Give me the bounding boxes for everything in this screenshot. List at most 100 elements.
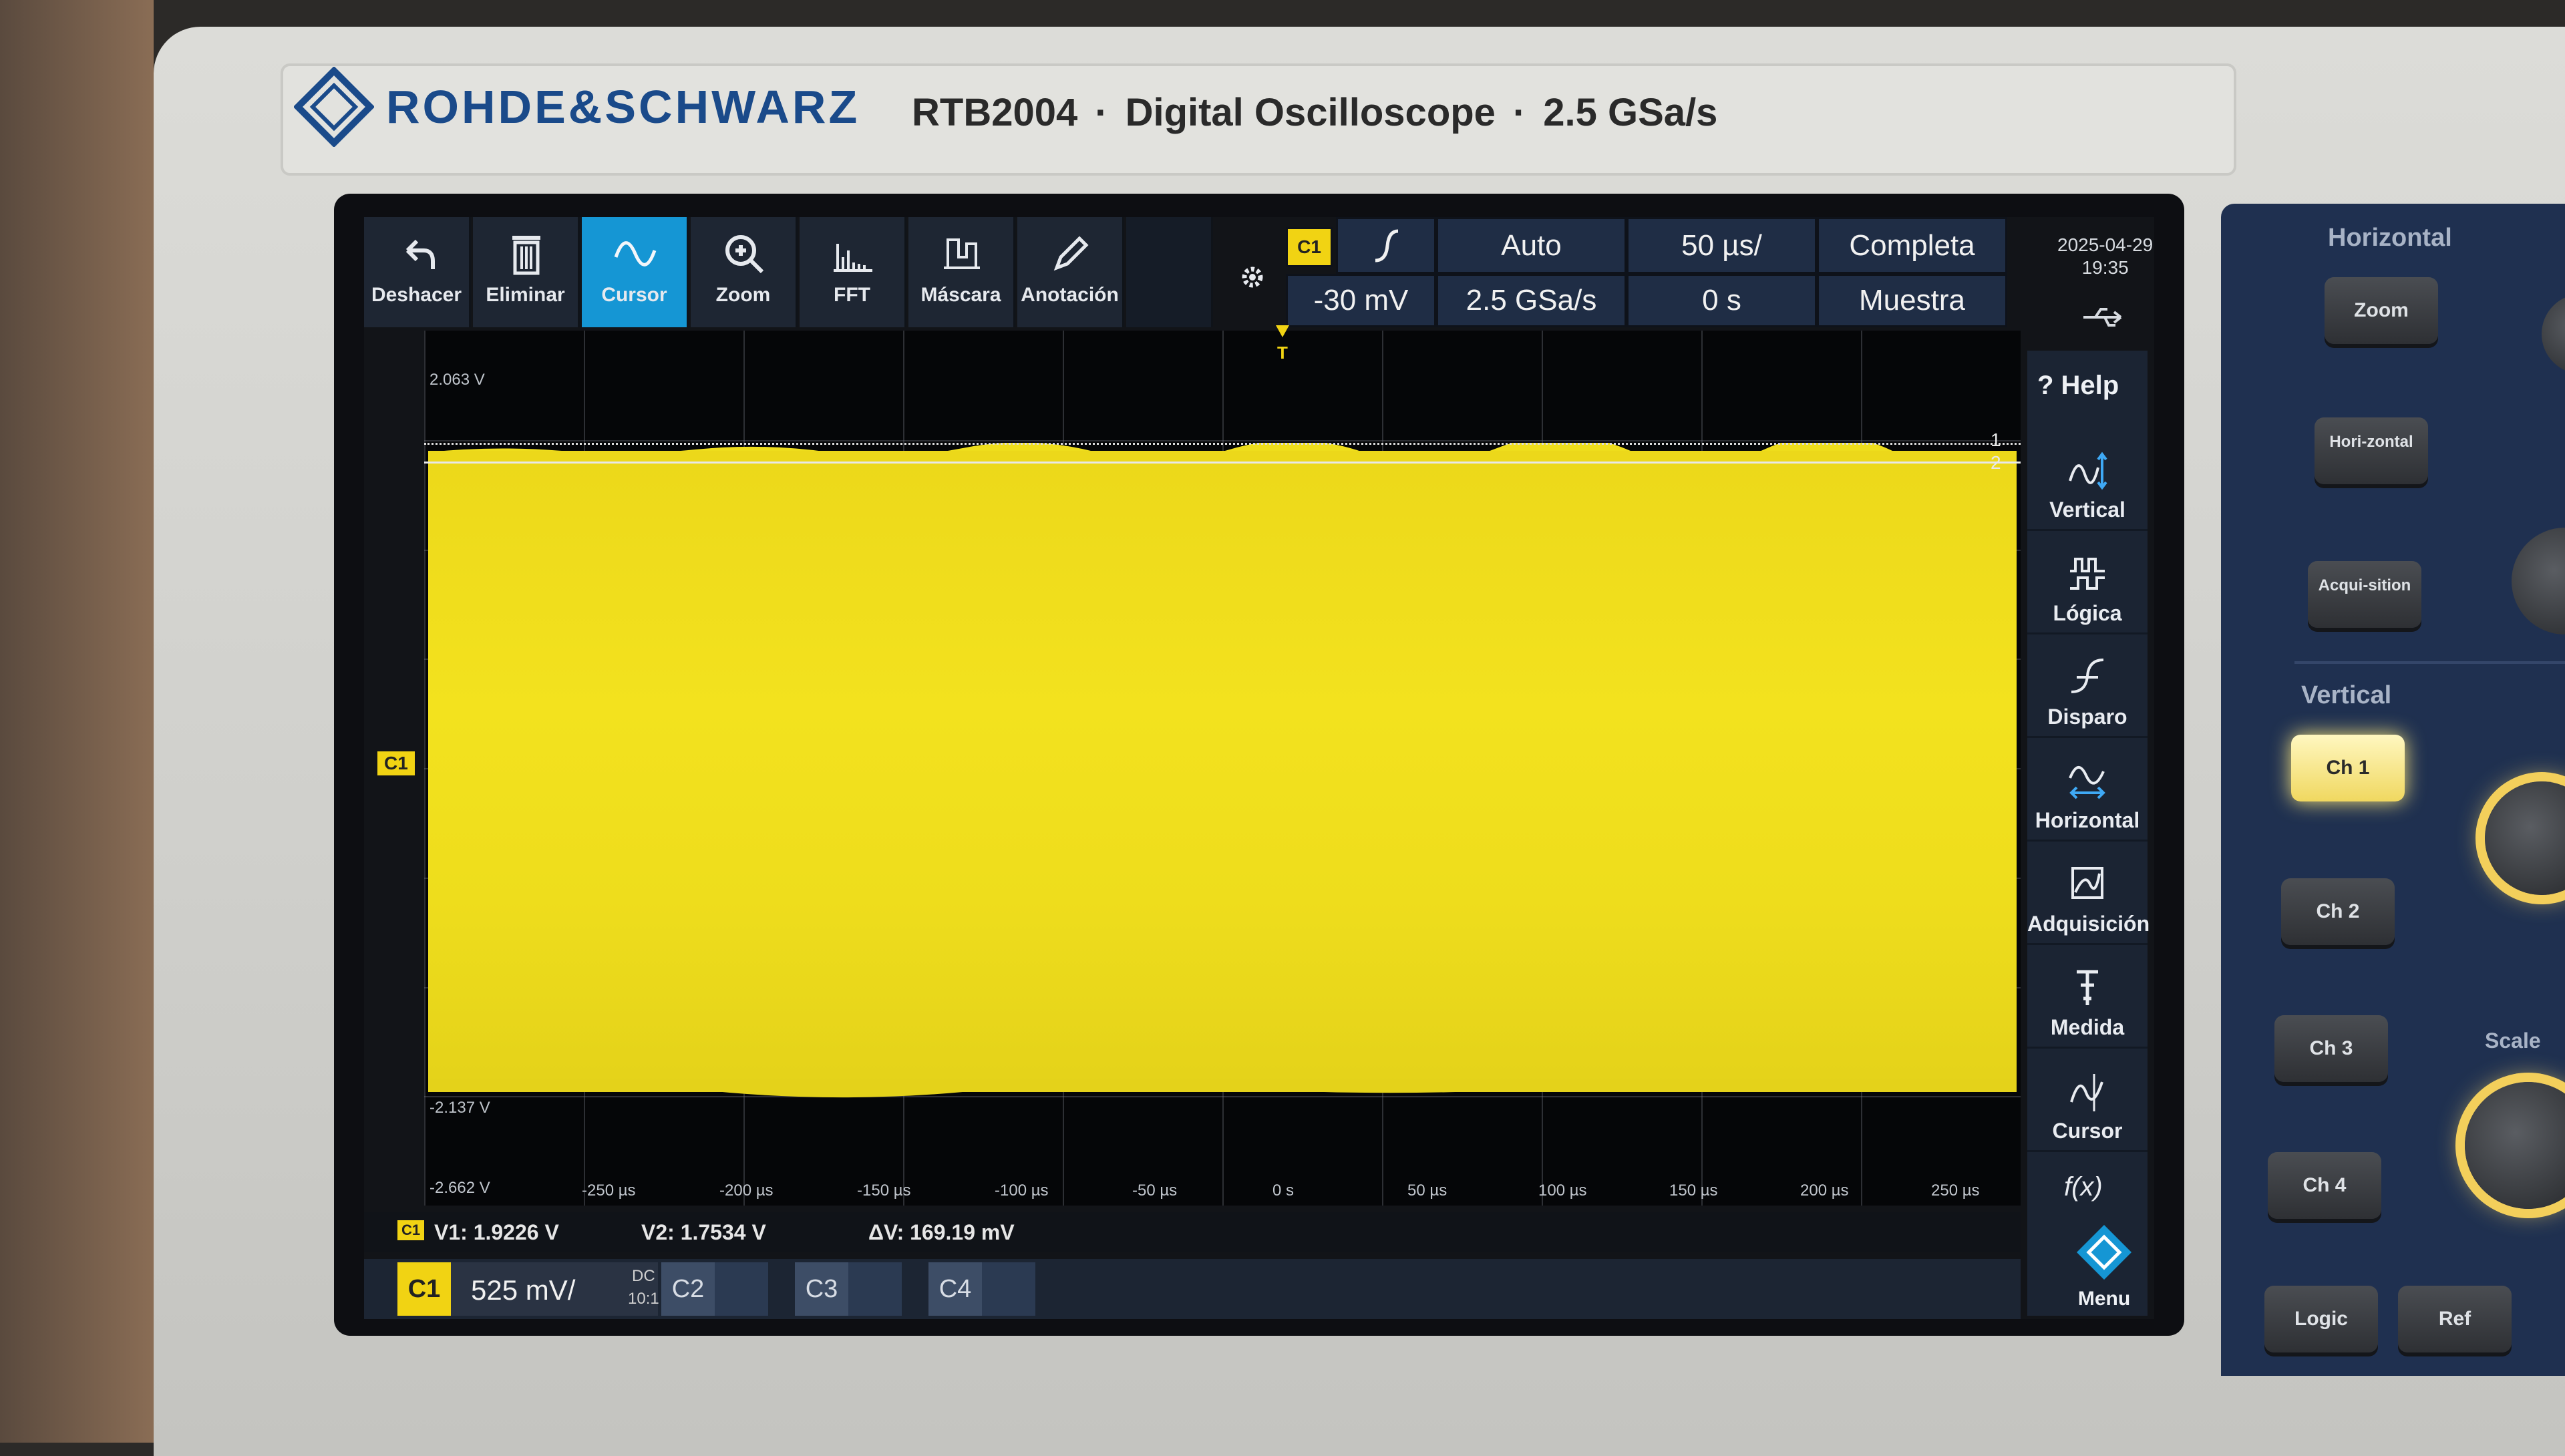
sidebar-cursor-label: Cursor	[2052, 1119, 2123, 1143]
sidebar-logic-label: Lógica	[2053, 601, 2122, 625]
math-button[interactable]: f(x)	[2064, 1172, 2103, 1202]
waveform-bottom-edge	[428, 1079, 2017, 1098]
sidebar-measure[interactable]: Medida	[2027, 948, 2148, 1049]
y-axis-label-bottom: -2.662 V	[430, 1179, 490, 1197]
zoom-button[interactable]: Zoom	[691, 217, 798, 327]
sidebar-trigger[interactable]: Disparo	[2027, 638, 2148, 738]
trigger-level[interactable]: -30 mV	[1286, 274, 1436, 327]
channel1-offset-marker[interactable]: C1	[377, 751, 415, 775]
sidebar-acquisition[interactable]: Adquisición	[2027, 845, 2150, 945]
channel-3-label: C3	[795, 1262, 848, 1316]
usb-icon	[2083, 308, 2122, 327]
menu-button[interactable]: Menu	[2071, 1222, 2138, 1310]
spectrum-icon	[834, 244, 872, 272]
cursor-2-line[interactable]	[424, 462, 2021, 464]
timebase[interactable]: 50 µs/	[1627, 217, 1817, 274]
sidebar-horizontal[interactable]: Horizontal	[2027, 741, 2148, 842]
trigger-mode[interactable]: Auto	[1436, 217, 1627, 274]
measure-icon	[2077, 970, 2098, 1005]
cursor-2-tag: 2	[1991, 452, 2001, 473]
sidebar-horizontal-label: Horizontal	[2035, 808, 2140, 832]
hw-ch2-key[interactable]: Ch 2	[2281, 878, 2395, 945]
cursor-1-tag: 1	[1991, 429, 2001, 450]
hw-acquisition-key[interactable]: Acqui-sition	[2308, 561, 2421, 628]
trigger-source-badge[interactable]: C1	[1286, 227, 1333, 267]
horizontal-position[interactable]: 0 s	[1627, 274, 1817, 327]
channel-3-settings[interactable]: C3	[795, 1262, 902, 1316]
readout-v1: V1: 1.9226 V	[434, 1220, 559, 1244]
hw-ref-key[interactable]: Ref	[2398, 1286, 2512, 1352]
trigger-position-marker[interactable]: T	[1276, 325, 1289, 365]
sample-spec: 2.5 GSa/s	[1543, 91, 1718, 134]
waveform-display[interactable]: 1 2 T 2.063 V -2.137 V -2.662 V -250 µs …	[424, 325, 2021, 1206]
vertical-icon	[2069, 451, 2107, 490]
gear-icon[interactable]	[1239, 264, 1266, 291]
logic-icon	[2070, 558, 2105, 590]
magnifier-icon	[725, 235, 764, 274]
mask-button[interactable]: Máscara	[908, 217, 1015, 327]
x-tick-label: -100 µs	[995, 1181, 1049, 1200]
hw-horizontal-key[interactable]: Hori-zontal	[2315, 417, 2428, 484]
x-tick-label: -50 µs	[1132, 1181, 1178, 1200]
sidebar-vertical[interactable]: Vertical	[2027, 431, 2148, 531]
menu-label: Menu	[2077, 1288, 2131, 1310]
readout-source: C1	[397, 1220, 425, 1240]
cursor-tool-button[interactable]: Cursor	[582, 217, 689, 327]
x-tick-label: 100 µs	[1538, 1181, 1587, 1200]
sample-rate[interactable]: 2.5 GSa/s	[1436, 274, 1627, 327]
separator: ·	[1512, 91, 1526, 134]
delete-label: Eliminar	[486, 284, 565, 306]
cursor-tool-label: Cursor	[601, 284, 667, 306]
hw-ch4-key[interactable]: Ch 4	[2268, 1152, 2381, 1219]
brand-name: ROHDE&SCHWARZ	[386, 81, 860, 133]
probe-ratio: 10:1	[628, 1290, 659, 1308]
delete-button[interactable]: Eliminar	[473, 217, 580, 327]
toolbar-spacer	[1126, 217, 1213, 327]
date: 2025-04-29	[2057, 234, 2154, 255]
trash-icon	[512, 236, 540, 275]
readout-delta-v: ΔV: 169.19 mV	[868, 1220, 1015, 1244]
x-tick-label: -150 µs	[857, 1181, 911, 1200]
y-axis-label-lower: -2.137 V	[430, 1099, 490, 1117]
record-length[interactable]: Completa	[1817, 217, 2007, 274]
rs-menu-icon	[2077, 1225, 2131, 1280]
time: 19:35	[2081, 257, 2129, 278]
channel-2-settings[interactable]: C2	[661, 1262, 768, 1316]
help-button[interactable]: ? Help	[2037, 371, 2119, 401]
hw-zoom-key[interactable]: Zoom	[2325, 277, 2438, 344]
acquisition-mode[interactable]: Muestra	[1817, 274, 2007, 327]
channel-1-scale: 525 mV/	[471, 1274, 576, 1306]
cursor-1-line[interactable]	[424, 443, 2021, 445]
channel-1-settings[interactable]: C1 525 mV/ DC 10:1	[397, 1262, 659, 1316]
rising-edge-icon	[1375, 229, 1399, 262]
cursor-icon	[2070, 1074, 2103, 1111]
sidebar-logic[interactable]: Lógica	[2027, 534, 2148, 634]
x-tick-label: 250 µs	[1931, 1181, 1980, 1200]
channel-4-label: C4	[928, 1262, 982, 1316]
mask-label: Máscara	[920, 284, 1001, 306]
undo-button[interactable]: Deshacer	[364, 217, 471, 327]
separator: ·	[1095, 91, 1108, 134]
trigger-slope-button[interactable]	[1336, 217, 1436, 274]
hw-ch1-key[interactable]: Ch 1	[2291, 735, 2405, 801]
fft-label: FFT	[834, 284, 870, 306]
grid-line	[424, 439, 2021, 441]
hw-logic-key[interactable]: Logic	[2264, 1286, 2378, 1352]
hw-ch3-key[interactable]: Ch 3	[2274, 1015, 2388, 1082]
y-axis-label-top: 2.063 V	[430, 371, 485, 389]
channel-4-settings[interactable]: C4	[928, 1262, 1035, 1316]
sidebar-cursor[interactable]: Cursor	[2027, 1052, 2148, 1152]
vertical-section-title: Vertical	[2301, 681, 2392, 709]
right-sidebar: Vertical Lógica Disparo Horizontal Adqui…	[2027, 351, 2150, 1316]
acquisition-icon	[2071, 867, 2103, 899]
background-wall	[0, 0, 154, 1443]
channel-2-label: C2	[661, 1262, 715, 1316]
oscilloscope-screen: Deshacer Eliminar Cursor Zoom FFT Máscar…	[364, 217, 2154, 1319]
coupling-mode: DC	[632, 1267, 655, 1285]
channel-bar: C1 525 mV/ DC 10:1 C2 C3 C4	[364, 1259, 2021, 1319]
annotation-button[interactable]: Anotación	[1017, 217, 1124, 327]
x-tick-label: 150 µs	[1669, 1181, 1718, 1200]
channel-1-coupling: DC 10:1	[628, 1265, 659, 1310]
x-tick-label: -250 µs	[582, 1181, 636, 1200]
fft-button[interactable]: FFT	[800, 217, 906, 327]
